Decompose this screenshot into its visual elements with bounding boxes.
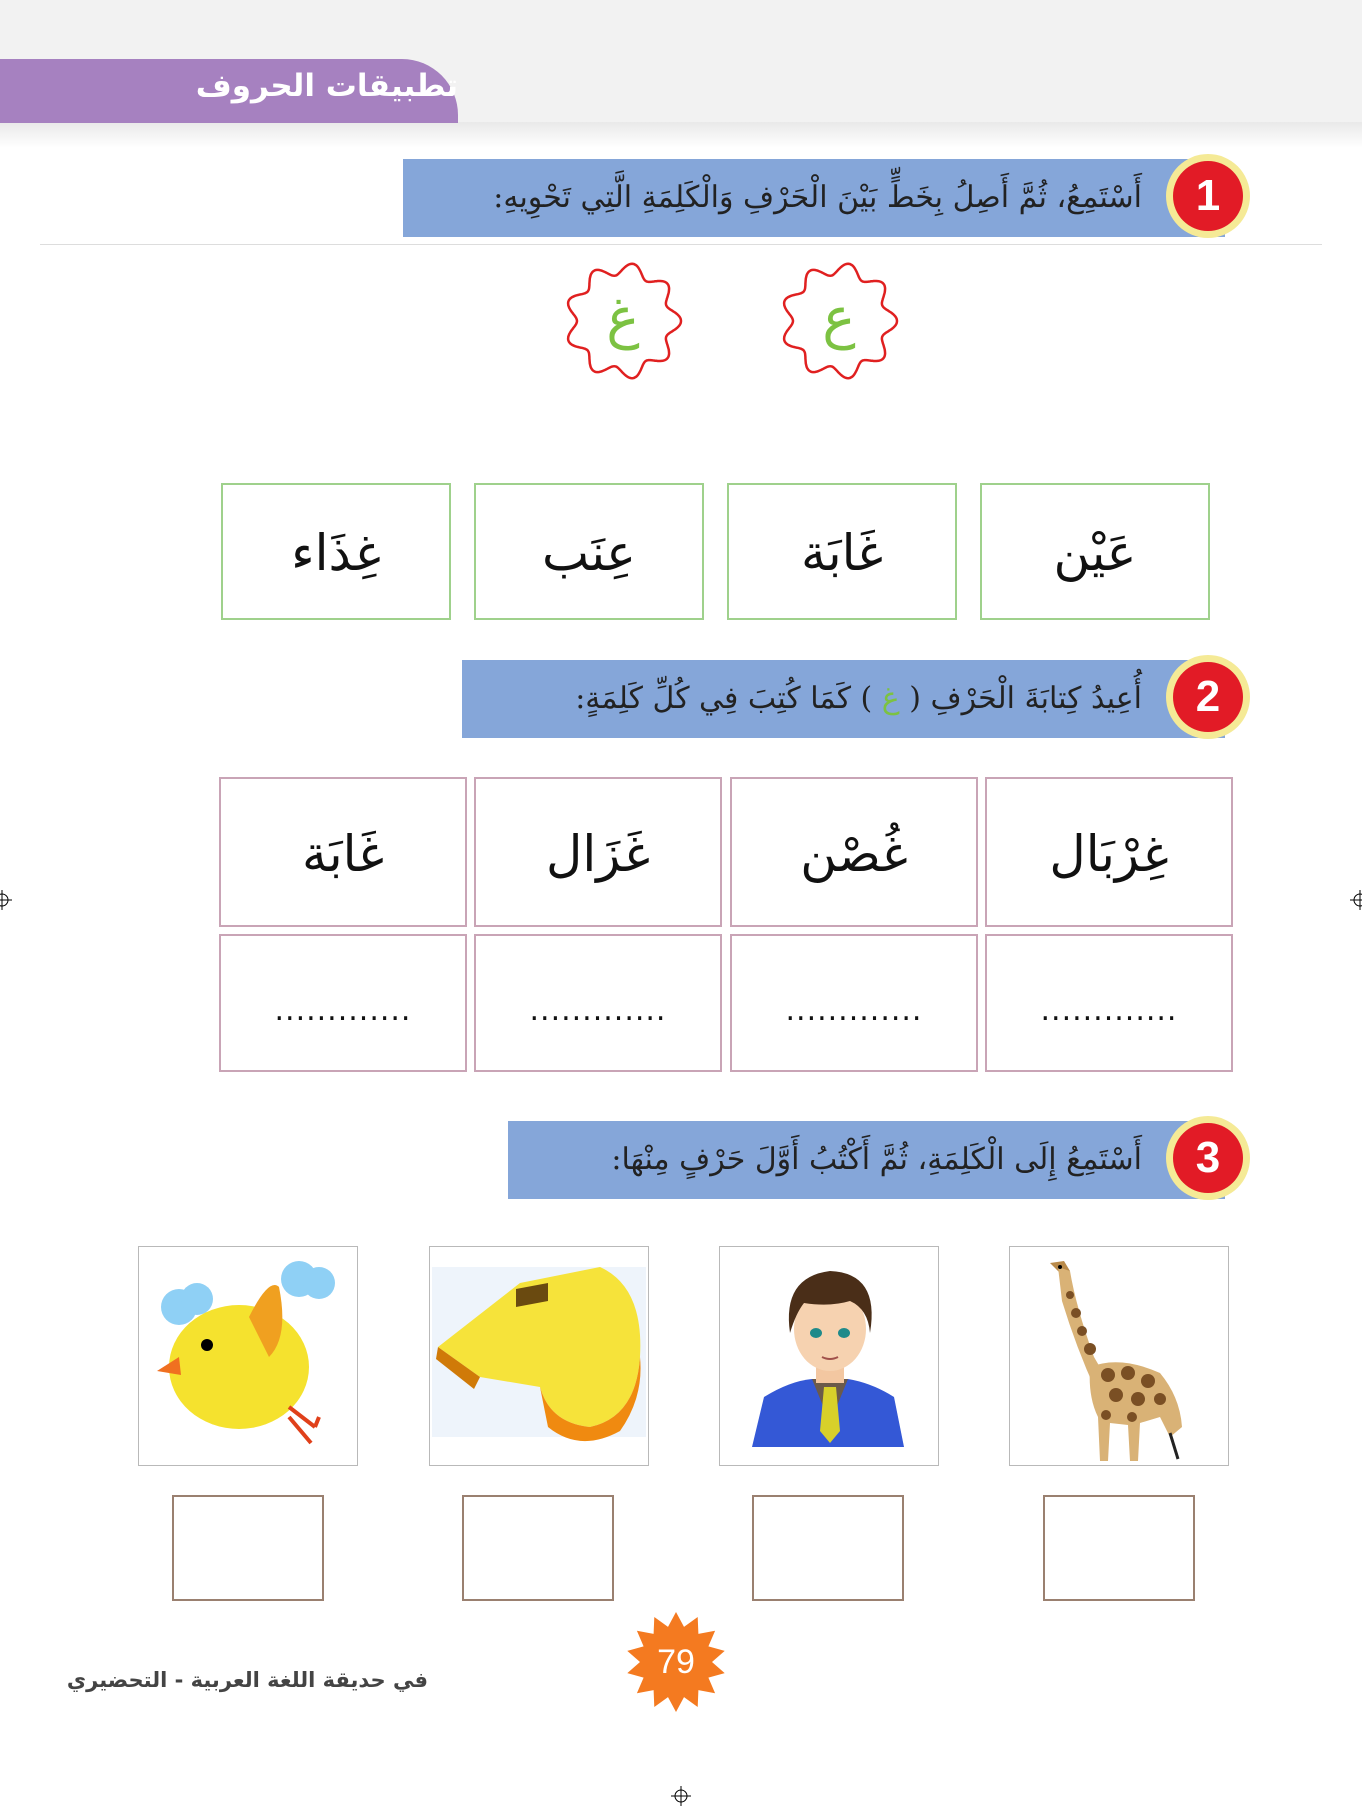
match-word-card[interactable]: غِذَاء (221, 483, 451, 620)
first-letter-answer-box[interactable] (1043, 1495, 1195, 1601)
first-letter-answer-box[interactable] (752, 1495, 904, 1601)
exercise-2-badge: 2 (1166, 655, 1250, 739)
registration-mark-bottom (671, 1786, 691, 1806)
match-word-card[interactable]: عِنَب (474, 483, 704, 620)
instruction-part: ) كَمَا كُتِبَ فِي كُلِّ كَلِمَةٍ: (575, 681, 873, 716)
rewrite-word-card: غَابَة (219, 777, 467, 927)
exercise-1-number: 1 (1173, 161, 1243, 231)
letter-ghain: غ (606, 286, 640, 351)
divider-line (40, 244, 1322, 245)
page-number: 79 (657, 1643, 695, 1681)
match-word-card[interactable]: غَابَة (727, 483, 957, 620)
exercise-1-instruction: أَسْتَمِعُ، ثُمَّ أَصِلُ بِخَطٍّ بَيْنَ … (493, 180, 1142, 215)
rewrite-word-card: غُصْن (730, 777, 978, 927)
rewrite-word-card: غِرْبَال (985, 777, 1233, 927)
bird-icon (157, 1261, 335, 1445)
rewrite-answer-box[interactable]: ............. (985, 934, 1233, 1072)
giraffe-picture (1009, 1246, 1229, 1466)
rewrite-answer-box[interactable]: ............. (474, 934, 722, 1072)
header-shadow (0, 122, 1362, 148)
exercise-3-instruction: أَسْتَمِعُ إِلَى الْكَلِمَةِ، ثُمَّ أَكْ… (611, 1142, 1142, 1177)
first-letter-answer-box[interactable] (172, 1495, 324, 1601)
exercise-3-number: 3 (1173, 1123, 1243, 1193)
man-icon (752, 1271, 904, 1447)
rewrite-answer-box[interactable]: ............. (730, 934, 978, 1072)
whistle-picture (429, 1246, 649, 1466)
giraffe-icon (1050, 1261, 1182, 1461)
instruction-letter: غ (881, 681, 900, 716)
match-word-card[interactable]: عَيْن (980, 483, 1210, 620)
exercise-1-badge: 1 (1166, 154, 1250, 238)
registration-mark-left (0, 890, 12, 910)
letter-badge-ain[interactable]: ع (773, 257, 905, 385)
letter-ain: ع (822, 286, 856, 351)
rewrite-word-card: غَزَال (474, 777, 722, 927)
book-title: في حديقة اللغة العربية - التحضيري (66, 1668, 428, 1692)
first-letter-answer-box[interactable] (462, 1495, 614, 1601)
registration-mark-right (1350, 890, 1362, 910)
instruction-part: أُعِيدُ كِتابَةَ الْحَرْفِ ( (909, 681, 1142, 716)
exercise-3-badge: 3 (1166, 1116, 1250, 1200)
whistle-icon (432, 1267, 646, 1442)
man-picture (719, 1246, 939, 1466)
letter-badge-ghain[interactable]: غ (557, 257, 689, 385)
exercise-2-instruction: أُعِيدُ كِتابَةَ الْحَرْفِ ( غ ) كَمَا ك… (575, 660, 1142, 738)
exercise-2-number: 2 (1173, 662, 1243, 732)
page-title: تطبيقات الحروف (195, 68, 458, 104)
bird-picture (138, 1246, 358, 1466)
rewrite-answer-box[interactable]: ............. (219, 934, 467, 1072)
